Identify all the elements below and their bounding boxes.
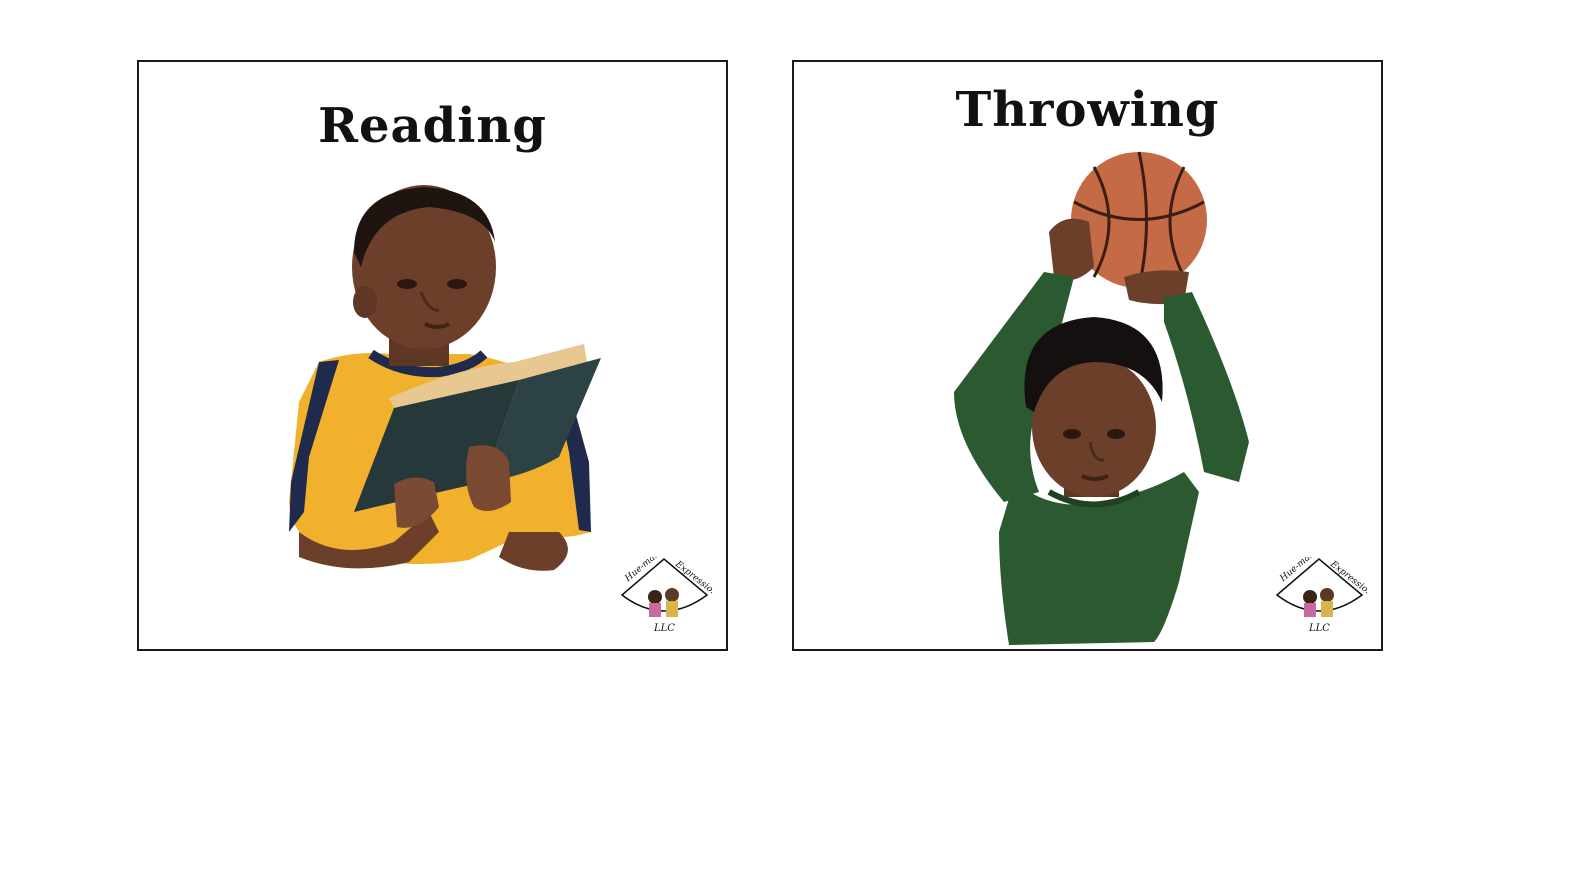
right-arm-sleeve (1164, 292, 1249, 482)
svg-text:LLC: LLC (1308, 623, 1330, 634)
ear (353, 286, 377, 318)
right-arm (499, 532, 568, 571)
right-hand (465, 445, 511, 511)
card-reading: Reading Hue-man Expressions LLC (137, 60, 728, 651)
svg-text:LLC: LLC (653, 623, 675, 634)
company-logo: Hue-man Expressions LLC (620, 557, 712, 634)
company-logo: Hue-man Expressions LLC (1275, 557, 1367, 634)
card-throwing: Throwing Hue-man Expressions LLC (792, 60, 1383, 651)
green-shirt (999, 472, 1199, 645)
left-hand (1049, 218, 1094, 281)
